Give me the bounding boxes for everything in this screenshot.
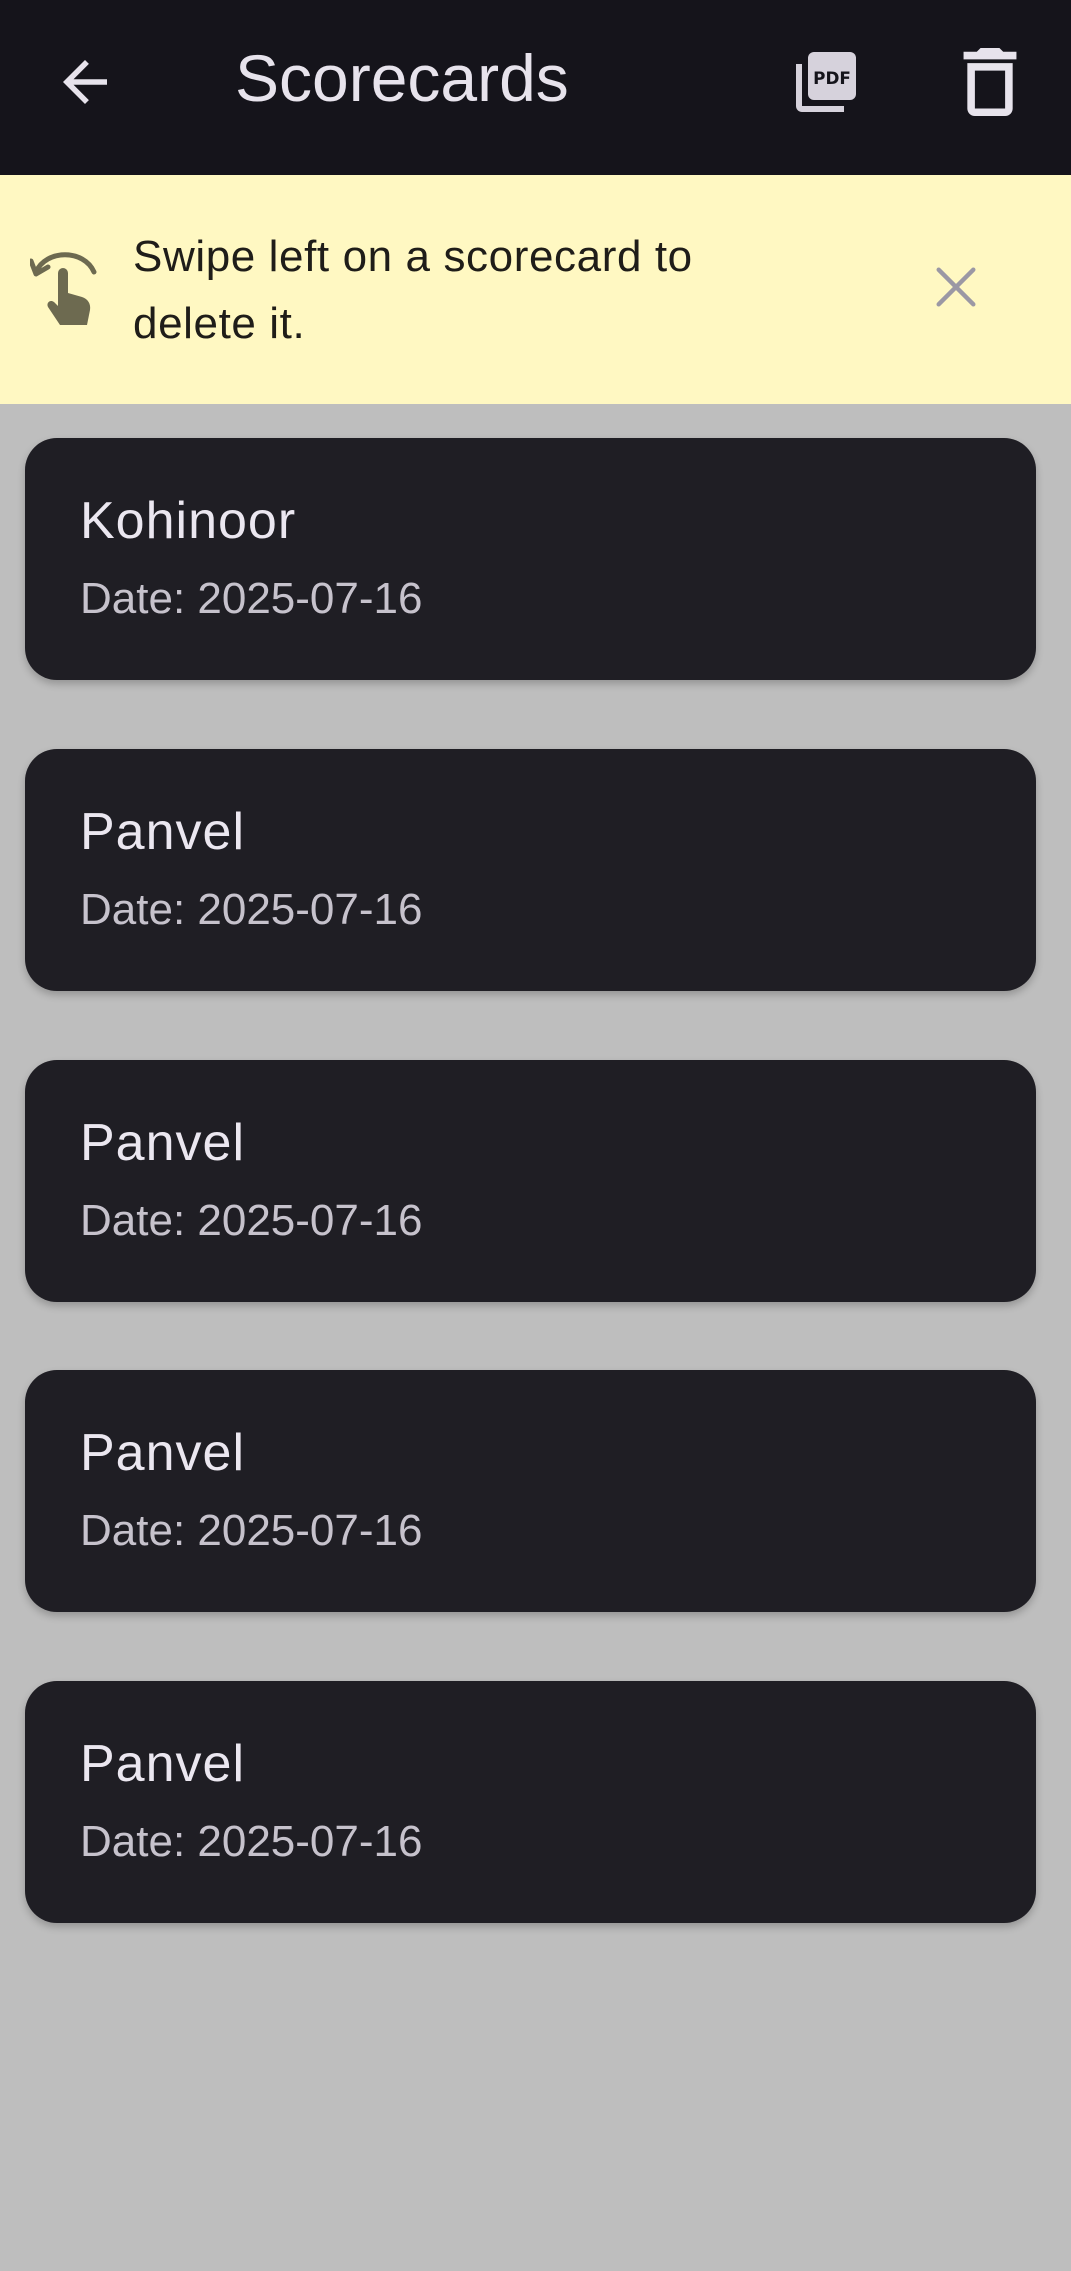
scorecard-date: Date: 2025-07-16 [80,1506,423,1555]
page-title: Scorecards [235,41,569,115]
scorecard-item[interactable]: Panvel Date: 2025-07-16 [25,1681,1036,1923]
scorecard-name: Panvel [80,1114,245,1172]
swipe-left-gesture-icon [30,252,97,325]
scorecard-name: Panvel [80,1735,245,1793]
scorecard-name: Kohinoor [80,492,297,550]
swipe-hint-banner: Swipe left on a scorecard to delete it. [0,175,1071,404]
close-icon[interactable] [930,261,982,313]
scorecard-date: Date: 2025-07-16 [80,1817,423,1866]
scorecard-date: Date: 2025-07-16 [80,574,423,623]
trash-icon[interactable] [962,48,1018,116]
scorecard-name: Panvel [80,803,245,861]
arrow-left-icon[interactable] [52,49,118,115]
svg-text:PDF: PDF [813,68,851,88]
scorecard-item[interactable]: Panvel Date: 2025-07-16 [25,1370,1036,1612]
scorecard-date: Date: 2025-07-16 [80,885,423,934]
scorecard-date: Date: 2025-07-16 [80,1196,423,1245]
scorecard-item[interactable]: Panvel Date: 2025-07-16 [25,749,1036,991]
banner-message: Swipe left on a scorecard to delete it. [133,232,693,348]
app-bar: Scorecards PDF [0,0,1071,175]
scorecard-name: Panvel [80,1424,245,1482]
pdf-export-icon[interactable]: PDF [790,46,862,118]
scorecard-item[interactable]: Panvel Date: 2025-07-16 [25,1060,1036,1302]
scorecard-item[interactable]: Kohinoor Date: 2025-07-16 [25,438,1036,680]
